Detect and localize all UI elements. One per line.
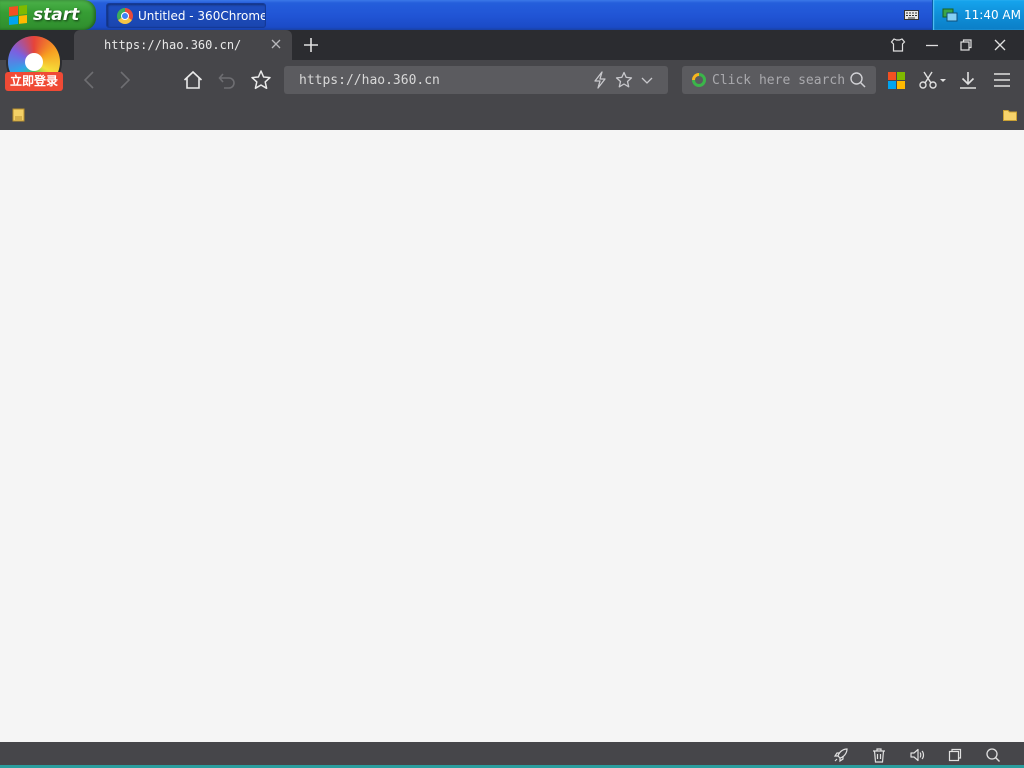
undo-icon[interactable] xyxy=(216,69,238,91)
clock: 11:40 AM xyxy=(964,8,1021,22)
search-input[interactable]: Click here search xyxy=(682,66,876,94)
page-content[interactable] xyxy=(0,130,1024,742)
360-search-logo-icon xyxy=(692,73,706,87)
new-tab-icon[interactable] xyxy=(303,37,319,53)
speaker-icon[interactable] xyxy=(909,747,925,763)
360chrome-icon xyxy=(117,7,133,24)
tab-title: https://hao.360.cn/ xyxy=(104,38,242,52)
start-button[interactable]: start xyxy=(0,0,96,30)
start-label: start xyxy=(33,5,80,25)
bookmark-folder-icon[interactable] xyxy=(1003,108,1017,122)
star-icon[interactable] xyxy=(250,69,272,91)
scissors-icon[interactable] xyxy=(918,69,948,91)
rocket-icon[interactable] xyxy=(833,747,849,763)
tab-hao360[interactable]: https://hao.360.cn/ xyxy=(74,30,292,60)
login-button[interactable]: 立即登录 xyxy=(5,72,63,91)
windows-logo-icon xyxy=(9,5,27,25)
lightning-icon[interactable] xyxy=(590,70,610,90)
apps-icon[interactable] xyxy=(888,72,905,89)
address-bar[interactable]: https://hao.360.cn xyxy=(284,66,668,94)
taskbar: start Untitled - 360Chrome… 11:40 AM xyxy=(0,0,1024,30)
window-icon[interactable] xyxy=(947,747,963,763)
system-tray: 11:40 AM xyxy=(932,0,1024,30)
bookmark-page-icon[interactable] xyxy=(12,108,26,122)
address-url: https://hao.360.cn xyxy=(299,72,440,88)
menu-icon[interactable] xyxy=(991,69,1013,91)
home-icon[interactable] xyxy=(182,69,204,91)
download-icon[interactable] xyxy=(957,69,979,91)
zoom-icon[interactable] xyxy=(985,747,1001,763)
tab-close-icon[interactable] xyxy=(270,38,282,50)
skin-icon[interactable] xyxy=(890,37,906,53)
search-placeholder: Click here search xyxy=(712,72,846,88)
trash-icon[interactable] xyxy=(871,747,887,763)
chevron-down-icon[interactable] xyxy=(639,72,655,88)
restore-icon[interactable] xyxy=(958,37,974,53)
close-icon[interactable] xyxy=(992,37,1008,53)
search-icon[interactable] xyxy=(849,71,867,89)
network-icon[interactable] xyxy=(942,7,958,23)
forward-icon[interactable] xyxy=(113,69,135,91)
keyboard-icon[interactable] xyxy=(904,8,919,20)
bookmarks-bar xyxy=(0,100,1024,130)
taskbar-item-360chrome[interactable]: Untitled - 360Chrome… xyxy=(106,3,266,28)
favorite-icon[interactable] xyxy=(614,70,634,90)
minimize-icon[interactable] xyxy=(924,37,940,53)
taskbar-item-label: Untitled - 360Chrome… xyxy=(138,8,265,23)
back-icon[interactable] xyxy=(79,69,101,91)
